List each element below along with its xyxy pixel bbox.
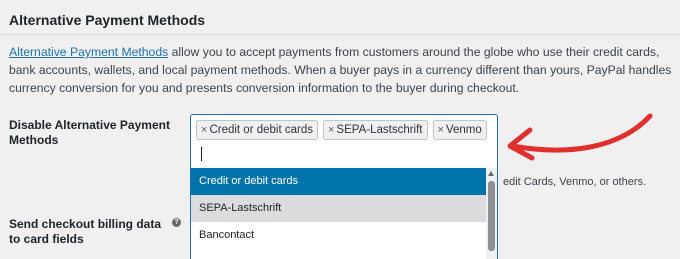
disable-apm-help-text: edit Cards, Venmo, or others. [503, 176, 647, 188]
disable-apm-label: Disable Alternative Payment Methods [9, 118, 170, 147]
chip-venmo: × Venmo [432, 120, 487, 140]
option-credit-debit-cards[interactable]: Credit or debit cards [191, 168, 497, 195]
chip-label: Venmo [445, 124, 482, 136]
selected-chips: × Credit or debit cards × SEPA-Lastschri… [196, 120, 487, 140]
remove-chip-icon[interactable]: × [438, 124, 444, 136]
help-icon[interactable]: ? [172, 218, 181, 227]
section-divider [0, 34, 680, 35]
section-description: Alternative Payment Methods allow you to… [9, 43, 674, 97]
search-input-caret[interactable] [201, 147, 202, 161]
chip-label: SEPA-Lastschrift [336, 124, 423, 136]
billing-data-label: Send checkout billing data to card field… [9, 217, 162, 246]
scroll-thumb[interactable] [488, 181, 495, 251]
alternative-payment-methods-link[interactable]: Alternative Payment Methods [9, 45, 168, 59]
scroll-up-icon[interactable] [488, 171, 494, 176]
remove-chip-icon[interactable]: × [201, 124, 207, 136]
disable-apm-multiselect[interactable]: × Credit or debit cards × SEPA-Lastschri… [190, 114, 498, 169]
option-bancontact[interactable]: Bancontact [191, 222, 497, 249]
remove-chip-icon[interactable]: × [328, 124, 334, 136]
chip-credit-debit-cards: × Credit or debit cards [196, 120, 318, 140]
section-title: Alternative Payment Methods [9, 12, 206, 28]
annotation-arrow-icon [507, 113, 653, 161]
chip-sepa-lastschrift: × SEPA-Lastschrift [322, 120, 428, 140]
option-sepa-lastschrift[interactable]: SEPA-Lastschrift [191, 195, 497, 222]
payment-methods-dropdown[interactable]: Credit or debit cards SEPA-Lastschrift B… [190, 168, 498, 259]
dropdown-scrollbar[interactable] [486, 168, 497, 259]
chip-label: Credit or debit cards [209, 124, 313, 136]
